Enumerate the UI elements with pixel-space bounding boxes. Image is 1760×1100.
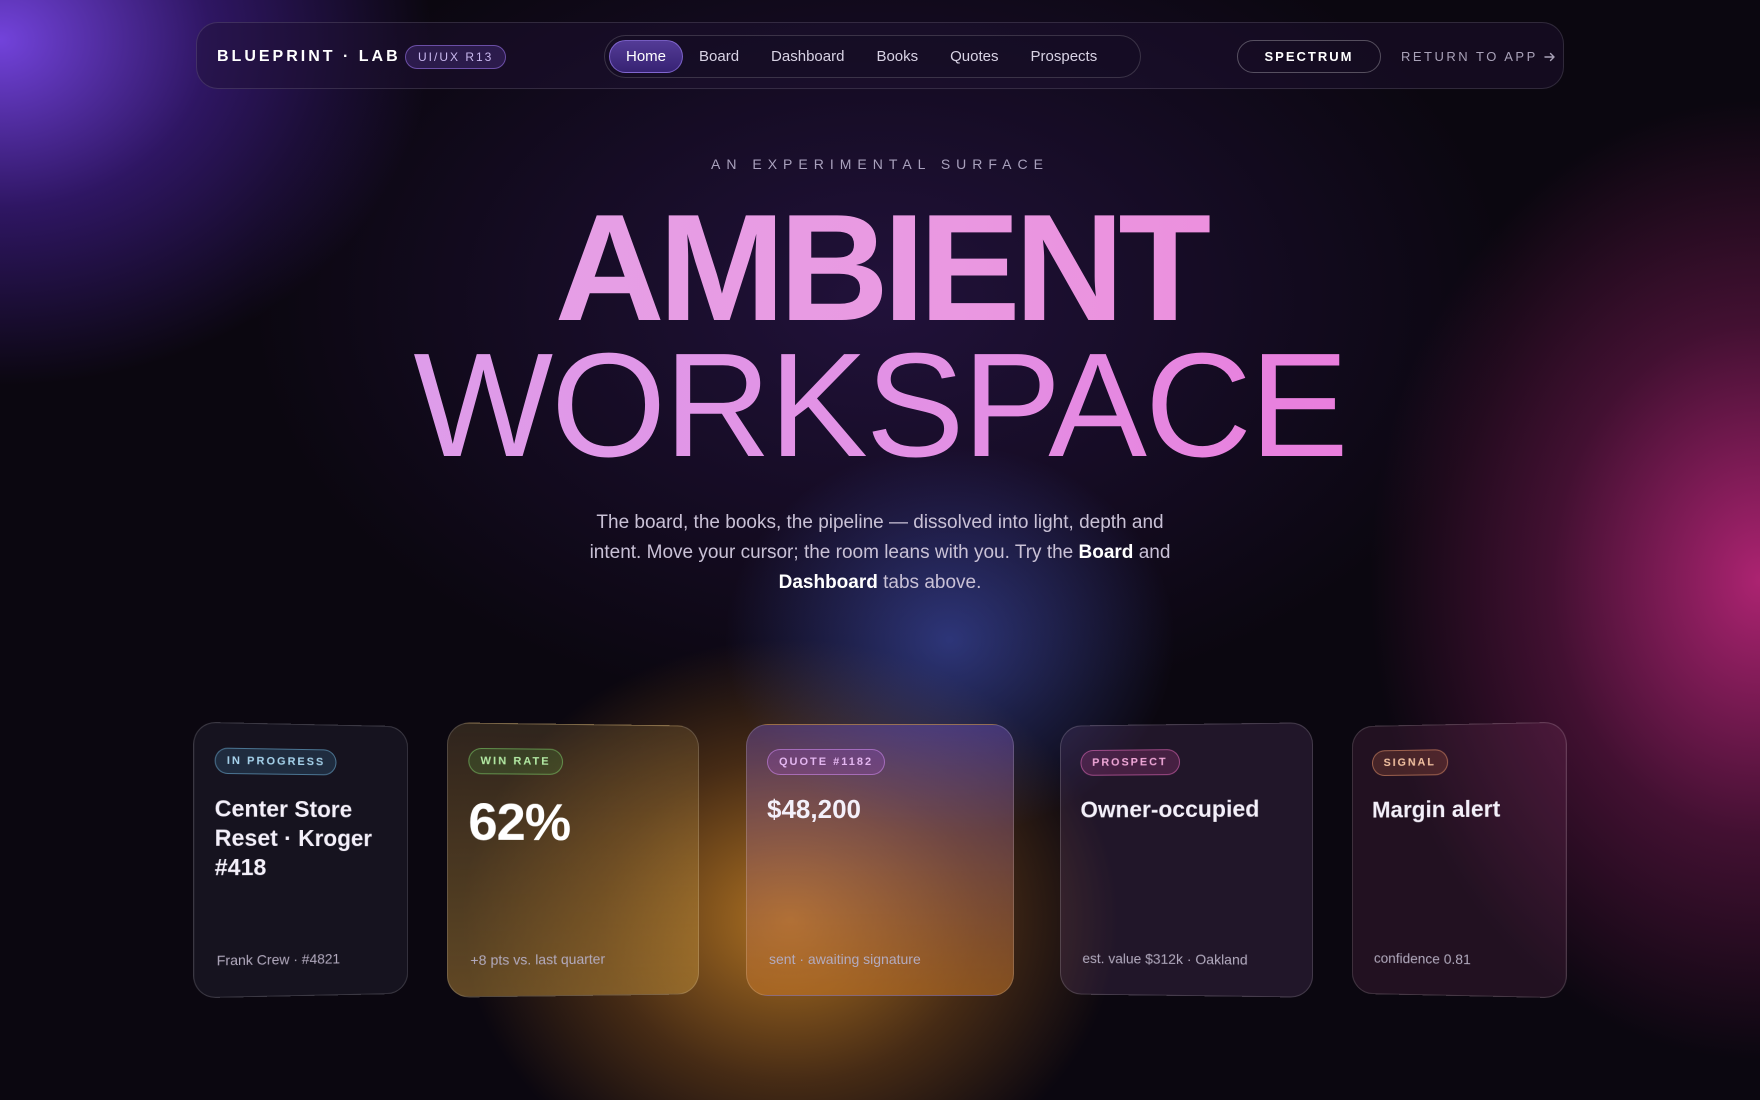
card-in-progress[interactable]: IN PROGRESS Center Store Reset · Kroger …: [193, 721, 409, 999]
tab-home[interactable]: Home: [609, 40, 684, 73]
tab-prospects[interactable]: Prospects: [1015, 40, 1114, 73]
status-badge: SIGNAL: [1372, 749, 1448, 777]
tab-board[interactable]: Board: [683, 40, 755, 73]
hero-description-text-1: The board, the books, the pipeline — dis…: [589, 512, 1164, 563]
card-win-rate[interactable]: WIN RATE 62% +8 pts vs. last quarter: [446, 722, 699, 998]
card-headline: Margin alert: [1372, 795, 1501, 823]
status-badge: IN PROGRESS: [214, 747, 337, 776]
card-headline: Center Store Reset · Kroger #418: [214, 795, 373, 881]
brand-logo[interactable]: BLUEPRINT · LAB: [217, 23, 401, 90]
win-rate-value: 62%: [468, 793, 571, 852]
tab-quotes[interactable]: Quotes: [934, 40, 1014, 73]
hero-description-text-2: and: [1133, 542, 1171, 563]
status-badge: QUOTE #1182: [767, 749, 886, 775]
tab-books[interactable]: Books: [860, 40, 934, 73]
card-headline: Owner-occupied: [1080, 795, 1260, 823]
card-footer: +8 pts vs. last quarter: [470, 950, 606, 969]
spectrum-toggle-button[interactable]: SPECTRUM: [1237, 40, 1381, 73]
return-to-app-label: RETURN TO APP: [1401, 49, 1538, 64]
card-quote[interactable]: QUOTE #1182 $48,200 sent · awaiting sign…: [746, 724, 1014, 996]
hero-description-text-3: tabs above.: [877, 572, 982, 593]
card-prospect[interactable]: PROSPECT Owner-occupied est. value $312k…: [1060, 722, 1314, 998]
version-badge: UI/UX R13: [405, 45, 507, 69]
quote-amount: $48,200: [767, 794, 861, 824]
status-badge: PROSPECT: [1080, 749, 1180, 776]
card-footer: confidence 0.81: [1373, 949, 1471, 968]
hero-title-line2: WORKSPACE: [0, 330, 1760, 482]
tab-bar: Home Board Dashboard Books Quotes Prospe…: [604, 35, 1141, 78]
tab-dashboard[interactable]: Dashboard: [755, 40, 860, 73]
top-nav: BLUEPRINT · LAB UI/UX R13 Home Board Das…: [196, 22, 1564, 89]
return-to-app-link[interactable]: RETURN TO APP: [1401, 40, 1556, 73]
card-footer: Frank Crew · #4821: [216, 950, 341, 969]
hero-dashboard-emphasis: Dashboard: [778, 572, 878, 593]
status-badge: WIN RATE: [468, 747, 563, 775]
card-footer: est. value $312k · Oakland: [1082, 950, 1248, 968]
card-footer: sent · awaiting signature: [769, 951, 921, 967]
hero-description: The board, the books, the pipeline — dis…: [580, 508, 1180, 598]
arrow-right-icon: [1544, 52, 1555, 61]
card-signal[interactable]: SIGNAL Margin alert confidence 0.81: [1351, 721, 1567, 999]
hero-board-emphasis: Board: [1078, 542, 1134, 563]
hero-eyebrow: AN EXPERIMENTAL SURFACE: [711, 156, 1049, 172]
